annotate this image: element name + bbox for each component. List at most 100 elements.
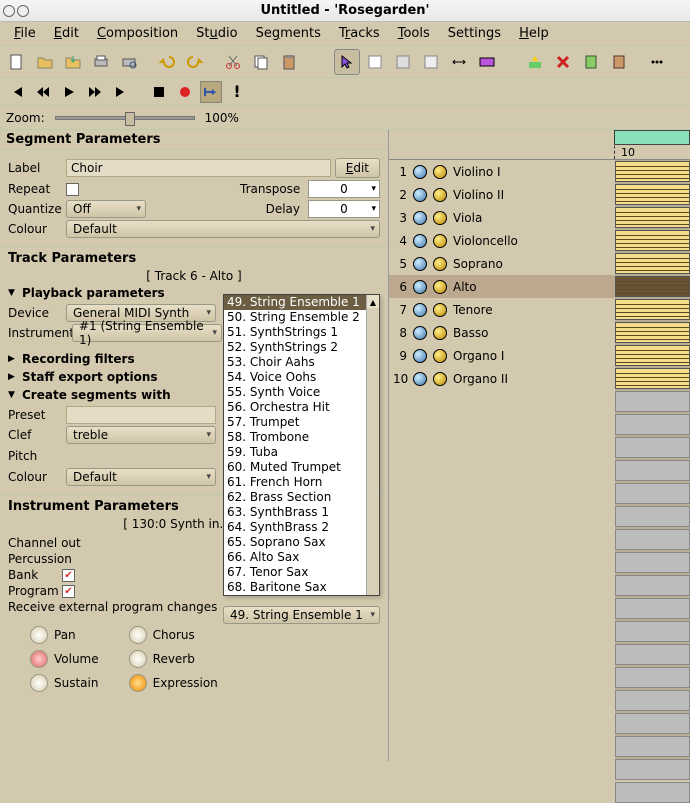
mute-dot-icon[interactable]	[413, 257, 427, 271]
preset-input[interactable]	[66, 406, 216, 424]
segment-canvas[interactable]	[615, 160, 690, 761]
new-file-icon[interactable]	[4, 49, 30, 75]
mute-dot-icon[interactable]	[413, 326, 427, 340]
menu-file[interactable]: File	[6, 23, 44, 44]
record-dot-icon[interactable]	[433, 211, 447, 225]
menu-tools[interactable]: Tools	[390, 23, 438, 44]
segment-block[interactable]	[615, 207, 690, 228]
track-row[interactable]: 5Soprano	[389, 252, 615, 275]
repeat-checkbox[interactable]	[66, 183, 79, 196]
segment-block[interactable]	[615, 253, 690, 274]
track-row[interactable]: 2Violino II	[389, 183, 615, 206]
rewind-icon[interactable]	[32, 81, 54, 103]
loop-icon[interactable]	[200, 81, 222, 103]
stop-icon[interactable]	[148, 81, 170, 103]
segment-block[interactable]	[615, 184, 690, 205]
more-icon[interactable]	[644, 49, 670, 75]
dropdown-option[interactable]: 64. SynthBrass 2	[224, 520, 379, 535]
dropdown-option[interactable]: 63. SynthBrass 1	[224, 505, 379, 520]
loop-region[interactable]	[614, 130, 690, 145]
instrument-combo[interactable]: #1 (String Ensemble 1)	[72, 324, 222, 342]
dropdown-option[interactable]: 53. Choir Aahs	[224, 355, 379, 370]
dropdown-option[interactable]: 57. Trumpet	[224, 415, 379, 430]
window-max-icon[interactable]	[17, 5, 29, 17]
record-dot-icon[interactable]	[433, 280, 447, 294]
dropdown-option[interactable]: 55. Synth Voice	[224, 385, 379, 400]
mute-dot-icon[interactable]	[413, 211, 427, 225]
dropdown-option[interactable]: 61. French Horn	[224, 475, 379, 490]
segment-block[interactable]	[615, 161, 690, 182]
bank-checkbox[interactable]: ✔	[62, 569, 75, 582]
edit-label-button[interactable]: Edit	[335, 158, 380, 178]
record-dot-icon[interactable]	[433, 234, 447, 248]
dropdown-option[interactable]: 66. Alto Sax	[224, 550, 379, 565]
delete-track-icon[interactable]	[550, 49, 576, 75]
print-icon[interactable]	[88, 49, 114, 75]
zoom-slider[interactable]	[55, 116, 195, 120]
open-file-icon[interactable]	[32, 49, 58, 75]
clef-combo[interactable]: treble	[66, 426, 216, 444]
trk-colour-combo[interactable]: Default	[66, 468, 216, 486]
track-row[interactable]: 9Organo I	[389, 344, 615, 367]
pan-knob[interactable]	[30, 626, 48, 644]
record-dot-icon[interactable]	[433, 188, 447, 202]
rewind-start-icon[interactable]	[6, 81, 28, 103]
mute-dot-icon[interactable]	[413, 372, 427, 386]
dropdown-option[interactable]: 67. Tenor Sax	[224, 565, 379, 580]
record-dot-icon[interactable]	[433, 326, 447, 340]
sustain-knob[interactable]	[30, 674, 48, 692]
menu-tracks[interactable]: Tracks	[331, 23, 388, 44]
dropdown-option[interactable]: 62. Brass Section	[224, 490, 379, 505]
cut-icon[interactable]	[220, 49, 246, 75]
dropdown-option[interactable]: 68. Baritone Sax	[224, 580, 379, 595]
menu-settings[interactable]: Settings	[440, 23, 509, 44]
copy-icon[interactable]	[248, 49, 274, 75]
dropdown-option[interactable]: 65. Soprano Sax	[224, 535, 379, 550]
menu-composition[interactable]: Composition	[89, 23, 186, 44]
record-icon[interactable]	[174, 81, 196, 103]
segment-block[interactable]	[615, 368, 690, 389]
quantize-combo[interactable]: Off	[66, 200, 146, 218]
seg-colour-combo[interactable]: Default	[66, 220, 380, 238]
dropdown-option[interactable]: 60. Muted Trumpet	[224, 460, 379, 475]
record-dot-icon[interactable]	[433, 165, 447, 179]
move-tool-icon[interactable]	[418, 49, 444, 75]
dropdown-option[interactable]: 50. String Ensemble 2	[224, 310, 379, 325]
add-track-icon[interactable]	[522, 49, 548, 75]
record-dot-icon[interactable]	[433, 303, 447, 317]
segment-block[interactable]	[615, 322, 690, 343]
track-row[interactable]: 8Basso	[389, 321, 615, 344]
segment-block[interactable]	[615, 299, 690, 320]
dropdown-option[interactable]: 51. SynthStrings 1	[224, 325, 379, 340]
redo-icon[interactable]	[182, 49, 208, 75]
dropdown-option[interactable]: 54. Voice Oohs	[224, 370, 379, 385]
paste-icon[interactable]	[276, 49, 302, 75]
record-dot-icon[interactable]	[433, 349, 447, 363]
track-down-icon[interactable]	[606, 49, 632, 75]
pointer-tool-icon[interactable]	[334, 49, 360, 75]
track-row[interactable]: 1Violino I	[389, 160, 615, 183]
track-row[interactable]: 7Tenore	[389, 298, 615, 321]
transpose-spinner[interactable]: 0	[308, 180, 380, 198]
panic-icon[interactable]: !	[226, 81, 248, 103]
menu-edit[interactable]: Edit	[46, 23, 87, 44]
reverb-knob[interactable]	[129, 650, 147, 668]
track-row[interactable]: 10Organo II	[389, 367, 615, 390]
program-dropdown[interactable]: 49. String Ensemble 150. String Ensemble…	[223, 294, 380, 596]
save-file-icon[interactable]	[60, 49, 86, 75]
menu-studio[interactable]: Studio	[188, 23, 245, 44]
mute-dot-icon[interactable]	[413, 165, 427, 179]
undo-icon[interactable]	[154, 49, 180, 75]
split-tool-icon[interactable]	[474, 49, 500, 75]
print-preview-icon[interactable]	[116, 49, 142, 75]
mute-dot-icon[interactable]	[413, 349, 427, 363]
segment-block[interactable]	[615, 230, 690, 251]
ffwd-end-icon[interactable]	[110, 81, 132, 103]
mute-dot-icon[interactable]	[413, 234, 427, 248]
menu-help[interactable]: Help	[511, 23, 557, 44]
track-row[interactable]: 4Violoncello	[389, 229, 615, 252]
volume-knob[interactable]	[30, 650, 48, 668]
mute-dot-icon[interactable]	[413, 188, 427, 202]
mute-dot-icon[interactable]	[413, 303, 427, 317]
record-dot-icon[interactable]	[433, 257, 447, 271]
